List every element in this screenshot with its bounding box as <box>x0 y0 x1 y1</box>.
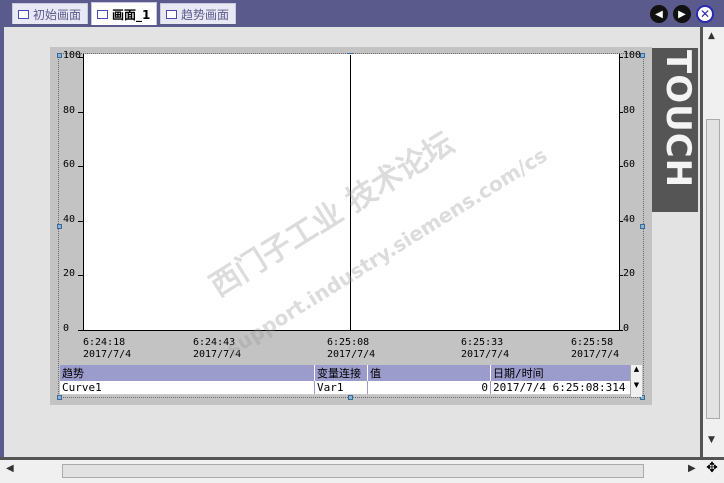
col-variable: 变量连接 <box>314 365 368 381</box>
y-axis-left-tick-label: 40 <box>63 213 76 225</box>
trend-table: 趋势 变量连接 值 日期/时间 Curve1 Var1 0 2017/7/4 6… <box>60 365 641 395</box>
close-tab-button[interactable]: ✕ <box>696 5 714 23</box>
y-axis-right-tick <box>619 57 623 58</box>
x-tick-date: 2017/7/4 <box>327 349 376 360</box>
vertical-scrollbar[interactable]: ▲ ▼ <box>700 27 724 457</box>
y-axis-right-tick <box>619 166 623 168</box>
x-axis-tick-label: 6:24:18 2017/7/4 <box>83 337 131 361</box>
x-axis-tick-label: 6:25:58 2017/7/4 <box>571 337 619 361</box>
next-tab-button[interactable]: ▶ <box>673 5 691 23</box>
screen-tab-bar: 初始画面 画面_1 趋势画面 ◀ ▶ ✕ <box>0 0 724 27</box>
y-axis-left-tick-label: 60 <box>63 159 76 171</box>
y-axis-left-tick-label: 80 <box>63 104 76 116</box>
horizontal-scroll-thumb[interactable] <box>62 464 644 478</box>
resize-handle[interactable] <box>57 395 62 400</box>
trend-ruler-line[interactable] <box>350 55 351 331</box>
y-axis-left-tick <box>78 330 83 331</box>
y-axis-right-tick <box>619 275 623 277</box>
y-axis-left-tick-label: 100 <box>63 50 82 61</box>
cell-value: 0 <box>367 381 491 395</box>
x-axis-tick-label: 6:24:43 2017/7/4 <box>193 337 241 361</box>
y-axis-left-tick-label: 0 <box>63 323 70 334</box>
x-tick-date: 2017/7/4 <box>193 349 242 360</box>
y-axis-right-tick-label: 60 <box>623 159 636 171</box>
y-axis-left-tick <box>78 220 83 222</box>
touch-banner: TOUCH <box>652 48 698 212</box>
vertical-scroll-thumb[interactable] <box>706 119 720 419</box>
y-axis-left-tick <box>78 275 83 277</box>
col-value: 值 <box>367 365 491 381</box>
x-tick-date: 2017/7/4 <box>461 349 510 360</box>
tab-initial-screen[interactable]: 初始画面 <box>12 3 89 24</box>
table-scrollbar[interactable]: ▲ ▼ <box>630 365 642 397</box>
scroll-right-icon[interactable]: ▶ <box>688 463 696 474</box>
trend-plot-area <box>83 54 619 331</box>
y-axis-right-tick-label: 80 <box>623 104 636 116</box>
x-tick-time: 6:24:18 <box>83 337 126 348</box>
cell-datetime: 2017/7/4 6:25:08:314 <box>490 381 641 395</box>
y-axis-right-tick-label: 20 <box>623 268 636 280</box>
y-axis-right-tick <box>619 111 623 113</box>
y-axis-right-tick <box>619 220 623 222</box>
y-axis-right-tick-label: 0 <box>623 323 630 334</box>
x-tick-time: 6:24:43 <box>193 337 236 348</box>
right-y-axis <box>619 54 620 331</box>
tab-label: 画面_1 <box>112 7 151 22</box>
prev-tab-button[interactable]: ◀ <box>650 5 668 23</box>
x-tick-time: 6:25:33 <box>461 337 504 348</box>
x-tick-time: 6:25:08 <box>327 337 370 348</box>
scroll-down-icon[interactable]: ▼ <box>708 435 715 445</box>
x-tick-date: 2017/7/4 <box>571 349 620 360</box>
y-axis-right-tick-label: 100 <box>623 50 642 61</box>
move-icon[interactable]: ✥ <box>700 457 724 483</box>
x-axis-tick-label: 6:25:08 2017/7/4 <box>327 337 375 361</box>
scroll-up-icon[interactable]: ▲ <box>708 31 715 41</box>
y-axis-right-tick <box>619 330 623 331</box>
resize-handle[interactable] <box>57 224 62 229</box>
y-axis-right-tick-label: 40 <box>623 213 636 225</box>
x-axis-tick-label: 6:25:33 2017/7/4 <box>461 337 509 361</box>
y-axis-left-tick <box>78 57 83 58</box>
tab-trend-screen[interactable]: 趋势画面 <box>160 3 237 24</box>
y-axis-left-tick-label: 20 <box>63 268 76 280</box>
scroll-up-icon[interactable]: ▲ <box>631 365 642 373</box>
cell-variable: Var1 <box>314 381 368 395</box>
chevron-left-icon: ◀ <box>655 8 663 20</box>
col-datetime: 日期/时间 <box>490 365 641 381</box>
screen-icon <box>18 9 29 19</box>
y-axis-left-tick <box>78 166 83 168</box>
scroll-left-icon[interactable]: ◀ <box>6 463 14 474</box>
x-tick-date: 2017/7/4 <box>83 349 132 360</box>
screen-icon <box>97 9 108 19</box>
resize-handle[interactable] <box>640 224 645 229</box>
scroll-down-icon[interactable]: ▼ <box>631 381 642 389</box>
resize-handle[interactable] <box>57 53 62 58</box>
chevron-right-icon: ▶ <box>678 8 686 20</box>
table-row[interactable]: Curve1 Var1 0 2017/7/4 6:25:08:314 <box>60 381 641 395</box>
resize-handle[interactable] <box>348 395 353 400</box>
cell-trend: Curve1 <box>60 381 315 395</box>
y-axis-left-tick <box>78 111 83 113</box>
col-trend: 趋势 <box>60 365 315 381</box>
tab-label: 趋势画面 <box>181 7 230 22</box>
screen-icon <box>166 9 177 19</box>
close-icon: ✕ <box>699 7 711 21</box>
horizontal-scrollbar[interactable]: ◀ ▶ <box>0 457 700 483</box>
x-tick-time: 6:25:58 <box>571 337 614 348</box>
tab-screen-1[interactable]: 画面_1 <box>91 2 158 25</box>
tab-label: 初始画面 <box>33 7 82 22</box>
